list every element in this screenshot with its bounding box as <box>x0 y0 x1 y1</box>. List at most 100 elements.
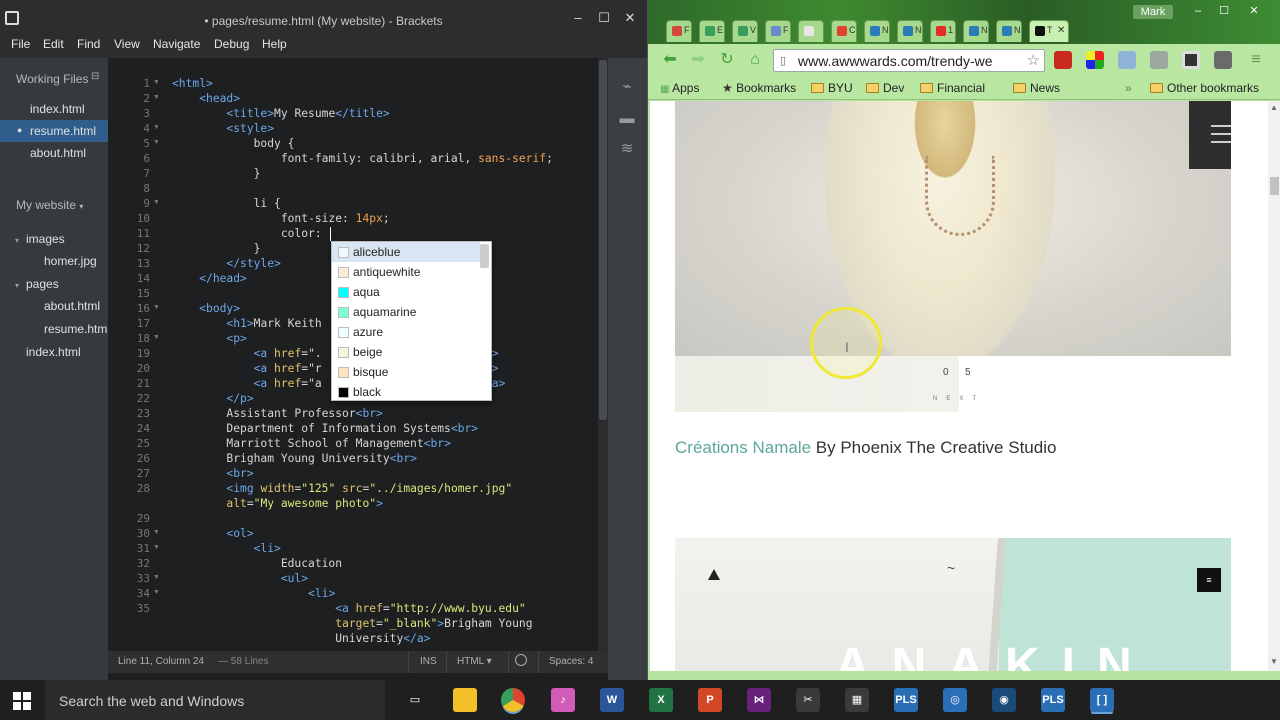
chrome-maximize-button[interactable]: ☐ <box>1214 4 1234 18</box>
code-line[interactable]: li { <box>172 197 281 210</box>
scroll-down-icon[interactable]: ▼ <box>1270 657 1278 666</box>
tab-active[interactable]: T ✕ <box>1029 20 1069 42</box>
bookmarks-overflow-button[interactable]: » <box>1125 81 1132 95</box>
split-view-icon[interactable]: ⊟ <box>91 71 99 82</box>
code-line[interactable]: } <box>172 167 261 180</box>
bookmark-byu[interactable]: BYU <box>811 81 853 95</box>
code-line[interactable]: target="_blank">Brigham Young <box>172 617 532 630</box>
tree-file-resume[interactable]: resume.html <box>44 322 108 336</box>
hint-item-aquamarine[interactable]: aquamarine <box>332 302 480 322</box>
bookmark-financial[interactable]: Financial <box>920 81 985 95</box>
tree-file-index[interactable]: index.html <box>26 345 81 359</box>
code-line[interactable]: </style> <box>172 257 280 270</box>
page-scrollbar[interactable]: ▲ ▼ <box>1268 101 1280 671</box>
hint-item-aqua[interactable]: aqua <box>332 282 480 302</box>
tree-folder-pages[interactable]: pages <box>26 277 59 291</box>
dropbox-extension-icon[interactable] <box>1118 51 1136 69</box>
bookmark-other[interactable]: Other bookmarks <box>1150 81 1259 95</box>
tab-close-icon[interactable]: ✕ <box>1057 25 1065 36</box>
hint-item-azure[interactable]: azure <box>332 322 480 342</box>
browser-tab[interactable]: N <box>897 20 923 42</box>
extension-icon[interactable] <box>1214 51 1232 69</box>
menu-edit[interactable]: Edit <box>43 37 64 51</box>
browser-tab[interactable] <box>798 20 824 42</box>
working-file-index[interactable]: index.html <box>30 102 85 116</box>
code-line[interactable]: <ul> <box>172 572 308 585</box>
browser-tab[interactable]: F <box>765 20 791 42</box>
code-line[interactable]: <a href="http://www.byu.edu" <box>172 602 525 615</box>
code-line[interactable]: </p> <box>172 392 253 405</box>
code-line[interactable]: body { <box>172 137 295 150</box>
card-menu-icon[interactable]: ≡ <box>1197 568 1221 592</box>
taskbar-search[interactable]: Search the web and Windows <box>45 680 385 720</box>
pdf-extension-icon[interactable] <box>1054 51 1072 69</box>
second-site-card[interactable]: ~ ≡ ANAKIN <box>675 538 1231 671</box>
menu-find[interactable]: Find <box>77 37 100 51</box>
code-line[interactable]: <h1>Mark Keith <box>172 317 321 330</box>
code-line[interactable]: Assistant Professor<br> <box>172 407 382 420</box>
code-line[interactable]: University</a> <box>172 632 430 645</box>
menu-navigate[interactable]: Navigate <box>153 37 200 51</box>
folder-expanded-icon[interactable]: ▾ <box>15 281 19 290</box>
extension-icon[interactable] <box>1150 51 1168 69</box>
maximize-button[interactable]: ☐ <box>594 10 614 26</box>
taskbar-pls-1-icon[interactable]: PLS <box>894 688 918 712</box>
color-picker-extension-icon[interactable] <box>1086 51 1104 69</box>
code-line[interactable]: Marriott School of Management<br> <box>172 437 450 450</box>
hero-image[interactable] <box>675 101 1231 356</box>
browser-tab[interactable]: E <box>699 20 725 42</box>
taskbar-pls-2-icon[interactable]: PLS <box>1041 688 1065 712</box>
site-title-link[interactable]: Créations Namale <box>675 438 811 457</box>
menu-view[interactable]: View <box>114 37 140 51</box>
browser-tab[interactable]: N <box>996 20 1022 42</box>
code-line[interactable]: <br> <box>172 467 253 480</box>
browser-tab[interactable]: F <box>666 20 692 42</box>
page-info-icon[interactable]: ▯ <box>780 54 786 67</box>
linter-status-icon[interactable] <box>515 654 527 666</box>
menu-help[interactable]: Help <box>262 37 287 51</box>
taskbar-tool-icon[interactable]: ✂ <box>796 688 820 712</box>
taskbar-network-icon[interactable]: ◉ <box>992 688 1016 712</box>
code-line[interactable]: </head> <box>172 272 247 285</box>
web-page[interactable]: 0 5 NEXT I Créations Namale By Phoenix T… <box>650 101 1268 671</box>
address-bar[interactable]: ▯ www.awwwards.com/trendy-we ☆ <box>773 49 1045 72</box>
folder-expanded-icon[interactable]: ▾ <box>15 236 19 245</box>
insert-mode[interactable]: INS <box>420 656 437 667</box>
browser-tab[interactable]: N <box>963 20 989 42</box>
code-line[interactable]: font-size: 14px; <box>172 212 390 225</box>
bookmark-bookmarks[interactable]: ★ Bookmarks <box>722 81 796 95</box>
tree-folder-images[interactable]: images <box>26 232 65 246</box>
chrome-close-button[interactable]: ✕ <box>1244 4 1264 18</box>
taskbar-excel-icon[interactable]: X <box>649 688 673 712</box>
chrome-menu-icon[interactable]: ≡ <box>1246 51 1266 69</box>
hint-item-aliceblue[interactable]: aliceblue <box>332 242 480 262</box>
tree-file-homer[interactable]: homer.jpg <box>44 254 97 268</box>
home-icon[interactable]: ⌂ <box>745 51 765 69</box>
menu-file[interactable]: File <box>11 37 30 51</box>
page-scrollbar-thumb[interactable] <box>1270 177 1279 195</box>
code-line[interactable]: Education <box>172 557 342 570</box>
start-button[interactable] <box>13 692 31 710</box>
screenshot-extension-icon[interactable] <box>1182 51 1200 69</box>
taskbar-globe-icon[interactable]: ◎ <box>943 688 967 712</box>
code-line[interactable]: <p> <box>172 332 246 345</box>
code-line[interactable]: color: <box>172 227 328 240</box>
code-line[interactable]: <li> <box>172 587 335 600</box>
language-selector[interactable]: HTML ▾ <box>457 656 492 667</box>
code-line[interactable]: <head> <box>172 92 240 105</box>
browser-tab[interactable]: V <box>732 20 758 42</box>
taskbar-file-explorer-icon[interactable] <box>453 688 477 712</box>
hint-item-beige[interactable]: beige <box>332 342 480 362</box>
editor-scrollbar-thumb[interactable] <box>599 60 607 420</box>
project-dropdown[interactable]: My website ▾ <box>16 198 83 212</box>
code-line[interactable]: Brigham Young University<br> <box>172 452 416 465</box>
code-line[interactable]: font-family: calibri, arial, sans-serif; <box>172 152 553 165</box>
code-line[interactable]: } <box>172 242 261 255</box>
bookmark-apps[interactable]: ▦ Apps <box>660 81 699 95</box>
tree-file-about[interactable]: about.html <box>44 299 100 313</box>
code-line[interactable]: <title>My Resume</title> <box>172 107 389 120</box>
extension-manager-icon[interactable]: ▬ <box>616 108 638 130</box>
taskbar-brackets-icon[interactable]: [ ] <box>1090 688 1114 712</box>
reload-icon[interactable]: ↻ <box>717 51 737 69</box>
minimize-button[interactable]: – <box>568 10 588 26</box>
